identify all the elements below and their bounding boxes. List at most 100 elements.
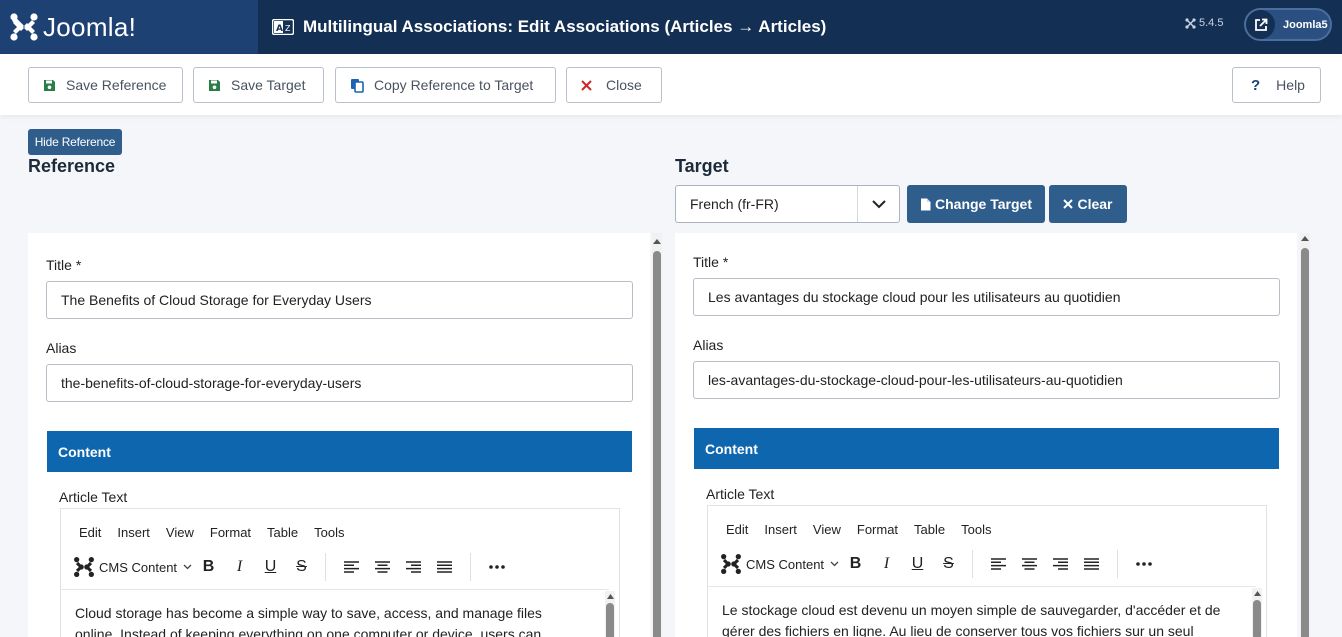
toolbar-divider <box>470 553 471 581</box>
menu-table[interactable]: Table <box>267 525 298 540</box>
target-scroll-thumb[interactable] <box>1301 248 1309 637</box>
reference-body-line-2: online. Instead of keeping everything on… <box>75 626 542 637</box>
version-text: 5.4.5 <box>1199 17 1224 29</box>
menu-tools[interactable]: Tools <box>314 525 344 540</box>
scroll-up-arrow[interactable] <box>1300 233 1310 243</box>
align-justify-icon[interactable] <box>1076 558 1107 570</box>
reference-alias-field[interactable]: the-benefits-of-cloud-storage-for-everyd… <box>46 364 633 402</box>
editor-toolbar: CMS Content B I U S <box>73 553 512 581</box>
help-button[interactable]: ? Help <box>1232 67 1321 103</box>
align-right-icon[interactable] <box>1045 558 1076 570</box>
copy-reference-button[interactable]: Copy Reference to Target <box>335 67 556 103</box>
reference-content-tab[interactable]: Content <box>47 431 632 472</box>
clear-label: Clear <box>1077 196 1113 212</box>
editor-scroll-thumb[interactable] <box>1253 600 1261 637</box>
strikethrough-icon[interactable]: S <box>933 555 964 573</box>
cms-content-button[interactable]: CMS Content <box>720 553 840 575</box>
italic-icon[interactable]: I <box>871 555 902 573</box>
reference-heading: Reference <box>28 156 116 176</box>
menu-view[interactable]: View <box>813 522 841 537</box>
editor-scroll-thumb[interactable] <box>606 603 614 637</box>
underline-icon[interactable]: U <box>902 555 933 573</box>
target-alias-field[interactable]: les-avantages-du-stockage-cloud-pour-les… <box>693 361 1280 399</box>
reference-alias-label: Alias <box>46 340 77 356</box>
target-body-line-2: gérer des fichiers en ligne. Au lieu de … <box>722 623 1194 637</box>
svg-text:A: A <box>276 24 283 34</box>
clear-button[interactable]: Clear <box>1049 185 1127 223</box>
cms-content-label: CMS Content <box>99 559 178 575</box>
joomla-logo-icon <box>73 556 95 578</box>
editor-toolbar: CMS Content B I U S <box>720 550 1159 578</box>
joomla-logo-icon <box>9 12 39 42</box>
joomla-logo-text: Joomla! <box>43 11 137 42</box>
target-language-value: French (fr-FR) <box>690 196 779 212</box>
bold-icon[interactable]: B <box>193 558 224 576</box>
save-target-label: Save Target <box>231 77 306 93</box>
bold-icon[interactable]: B <box>840 555 871 573</box>
target-title-label: Title * <box>693 254 729 270</box>
menu-format[interactable]: Format <box>857 522 898 537</box>
editor-scrollbar[interactable] <box>1252 588 1262 637</box>
toolbar-divider <box>325 553 326 581</box>
scroll-up-arrow[interactable] <box>605 591 615 601</box>
align-center-icon[interactable] <box>1014 558 1045 570</box>
reference-article-body[interactable]: Cloud storage has become a simple way to… <box>75 603 585 637</box>
menu-table[interactable]: Table <box>914 522 945 537</box>
action-toolbar: Save Reference Save Target Copy Referenc… <box>0 54 1342 115</box>
menu-insert[interactable]: Insert <box>117 525 150 540</box>
target-title-field[interactable]: Les avantages du stockage cloud pour les… <box>693 278 1280 316</box>
align-justify-icon[interactable] <box>429 561 460 573</box>
target-scrollbar[interactable] <box>1300 233 1310 637</box>
menu-format[interactable]: Format <box>210 525 251 540</box>
target-language-select[interactable]: French (fr-FR) <box>675 185 900 223</box>
cms-content-button[interactable]: CMS Content <box>73 556 193 578</box>
align-center-icon[interactable] <box>367 561 398 573</box>
version-badge: 5.4.5 <box>1185 17 1223 29</box>
target-editor: Edit Insert View Format Table Tools CMS … <box>707 505 1267 637</box>
joomla-logo-icon <box>720 553 742 575</box>
reference-scroll-thumb[interactable] <box>653 251 661 637</box>
more-icon[interactable] <box>1128 562 1159 566</box>
reference-title-field[interactable]: The Benefits of Cloud Storage for Everyd… <box>46 281 633 319</box>
align-right-icon[interactable] <box>398 561 429 573</box>
editor-menubar: Edit Insert View Format Table Tools <box>79 525 360 540</box>
scroll-up-arrow[interactable] <box>652 236 662 246</box>
strikethrough-icon[interactable]: S <box>286 558 317 576</box>
target-article-body[interactable]: Le stockage cloud est devenu un moyen si… <box>722 600 1242 637</box>
reference-editor: Edit Insert View Format Table Tools CMS … <box>60 508 620 637</box>
target-body-line-1: Le stockage cloud est devenu un moyen si… <box>722 602 1221 618</box>
toolbar-bottom-border <box>708 586 1256 587</box>
target-alias-label: Alias <box>693 337 724 353</box>
file-icon <box>920 198 931 211</box>
svg-text:Z: Z <box>285 24 291 33</box>
toolbar-divider <box>972 550 973 578</box>
close-button[interactable]: Close <box>566 67 662 103</box>
menu-edit[interactable]: Edit <box>79 525 101 540</box>
scroll-up-arrow[interactable] <box>1252 588 1262 598</box>
editor-scrollbar[interactable] <box>605 591 615 637</box>
menu-insert[interactable]: Insert <box>764 522 797 537</box>
more-icon[interactable] <box>481 565 512 569</box>
reference-article-text-label: Article Text <box>59 489 128 505</box>
user-menu-button[interactable]: Joomla5 <box>1244 8 1332 41</box>
save-target-button[interactable]: Save Target <box>193 67 324 103</box>
reference-scrollbar[interactable] <box>652 233 662 637</box>
close-icon <box>1063 199 1074 209</box>
reference-body-line-1: Cloud storage has become a simple way to… <box>75 605 542 621</box>
menu-tools[interactable]: Tools <box>961 522 991 537</box>
cms-content-label: CMS Content <box>746 556 825 572</box>
change-target-label: Change Target <box>935 196 1032 212</box>
joomla-logo[interactable]: Joomla! <box>0 0 258 54</box>
hide-reference-button[interactable]: Hide Reference <box>28 129 122 155</box>
align-left-icon[interactable] <box>336 561 367 573</box>
underline-icon[interactable]: U <box>255 558 286 576</box>
menu-edit[interactable]: Edit <box>726 522 748 537</box>
external-link-icon <box>1246 10 1275 39</box>
chevron-down-icon <box>183 564 192 570</box>
save-reference-button[interactable]: Save Reference <box>28 67 183 103</box>
italic-icon[interactable]: I <box>224 558 255 576</box>
target-content-tab[interactable]: Content <box>694 428 1279 469</box>
menu-view[interactable]: View <box>166 525 194 540</box>
align-left-icon[interactable] <box>983 558 1014 570</box>
change-target-button[interactable]: Change Target <box>907 185 1045 223</box>
